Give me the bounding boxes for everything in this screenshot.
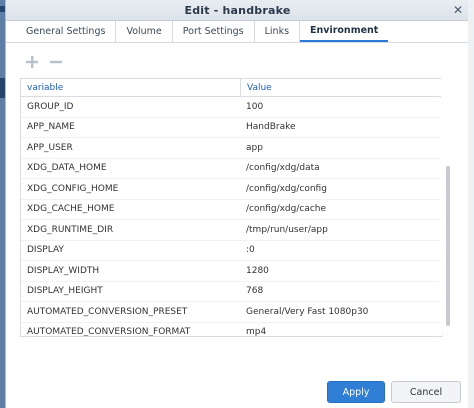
dialog-footer: Apply Cancel	[0, 372, 474, 408]
table-row[interactable]: XDG_DATA_HOME /config/xdg/data	[21, 159, 442, 179]
cell-variable: XDG_RUNTIME_DIR	[27, 224, 114, 235]
scrollbar-thumb[interactable]	[446, 166, 450, 326]
tab-general-settings[interactable]: General Settings	[16, 21, 117, 42]
cell-variable: DISPLAY_WIDTH	[27, 265, 100, 276]
cell-variable: APP_NAME	[27, 122, 75, 133]
tab-volume[interactable]: Volume	[116, 21, 173, 42]
cell-variable: DISPLAY	[27, 245, 64, 256]
table-row[interactable]: DISPLAY :0	[21, 241, 442, 261]
cell-value: /config/xdg/cache	[246, 204, 327, 215]
cell-variable: XDG_CONFIG_HOME	[27, 183, 119, 194]
remove-variable-button[interactable]	[48, 54, 64, 70]
cell-value: /config/xdg/config	[246, 183, 327, 194]
cell-value: HandBrake	[246, 122, 296, 133]
table-row[interactable]: XDG_CONFIG_HOME /config/xdg/config	[21, 179, 442, 200]
table-row[interactable]: DISPLAY_HEIGHT 768	[21, 282, 442, 302]
cell-value: :0	[246, 245, 255, 256]
table-row[interactable]: XDG_CACHE_HOME /config/xdg/cache	[21, 200, 442, 220]
cell-value: 100	[246, 101, 264, 112]
cell-variable: DISPLAY_HEIGHT	[27, 286, 103, 297]
cell-variable: XDG_CACHE_HOME	[27, 204, 115, 215]
table-row[interactable]: APP_USER app	[21, 138, 442, 159]
dialog-title: Edit - handbrake	[184, 3, 291, 17]
env-toolbar	[6, 51, 469, 73]
apply-button[interactable]: Apply	[327, 381, 385, 403]
column-header-value[interactable]: Value	[241, 79, 442, 96]
cell-value: 768	[246, 286, 264, 297]
cancel-button[interactable]: Cancel	[391, 381, 461, 403]
cell-variable: APP_USER	[27, 142, 73, 153]
tab-links[interactable]: Links	[255, 21, 301, 42]
cell-variable: GROUP_ID	[27, 101, 74, 112]
cell-variable: AUTOMATED_CONVERSION_PRESET	[27, 306, 188, 317]
page-edge	[468, 0, 474, 408]
minus-icon	[50, 60, 62, 64]
dialog-titlebar[interactable]: Edit - handbrake ✕	[6, 0, 469, 21]
table-header: variable Value	[21, 79, 442, 97]
table-row[interactable]: DISPLAY_WIDTH 1280	[21, 261, 442, 282]
table-row[interactable]: AUTOMATED_CONVERSION_PRESET General/Very…	[21, 302, 442, 323]
table-row[interactable]: APP_NAME HandBrake	[21, 118, 442, 138]
close-icon[interactable]: ✕	[449, 1, 467, 19]
tab-port-settings[interactable]: Port Settings	[173, 21, 255, 42]
table-row[interactable]: AUTOMATED_CONVERSION_FORMAT mp4	[21, 323, 442, 337]
tab-bar: General Settings Volume Port Settings Li…	[6, 21, 469, 43]
cell-variable: AUTOMATED_CONVERSION_FORMAT	[27, 327, 191, 337]
tab-environment[interactable]: Environment	[300, 21, 389, 42]
add-variable-button[interactable]	[24, 54, 40, 70]
environment-table: variable Value GROUP_ID 100 APP_NAME Han…	[20, 78, 443, 337]
column-header-variable[interactable]: variable	[21, 79, 241, 96]
cell-value: /tmp/run/user/app	[246, 224, 328, 235]
table-row[interactable]: GROUP_ID 100	[21, 97, 442, 118]
cell-value: General/Very Fast 1080p30	[246, 306, 369, 317]
cell-value: /config/xdg/data	[246, 163, 320, 174]
cell-value: mp4	[246, 327, 267, 337]
cell-value: app	[246, 142, 263, 153]
table-body: GROUP_ID 100 APP_NAME HandBrake APP_USER…	[21, 97, 442, 337]
cell-variable: XDG_DATA_HOME	[27, 163, 107, 174]
table-row[interactable]: XDG_RUNTIME_DIR /tmp/run/user/app	[21, 220, 442, 241]
plus-icon	[26, 56, 38, 68]
table-scrollbar[interactable]	[441, 78, 451, 335]
cell-value: 1280	[246, 265, 269, 276]
